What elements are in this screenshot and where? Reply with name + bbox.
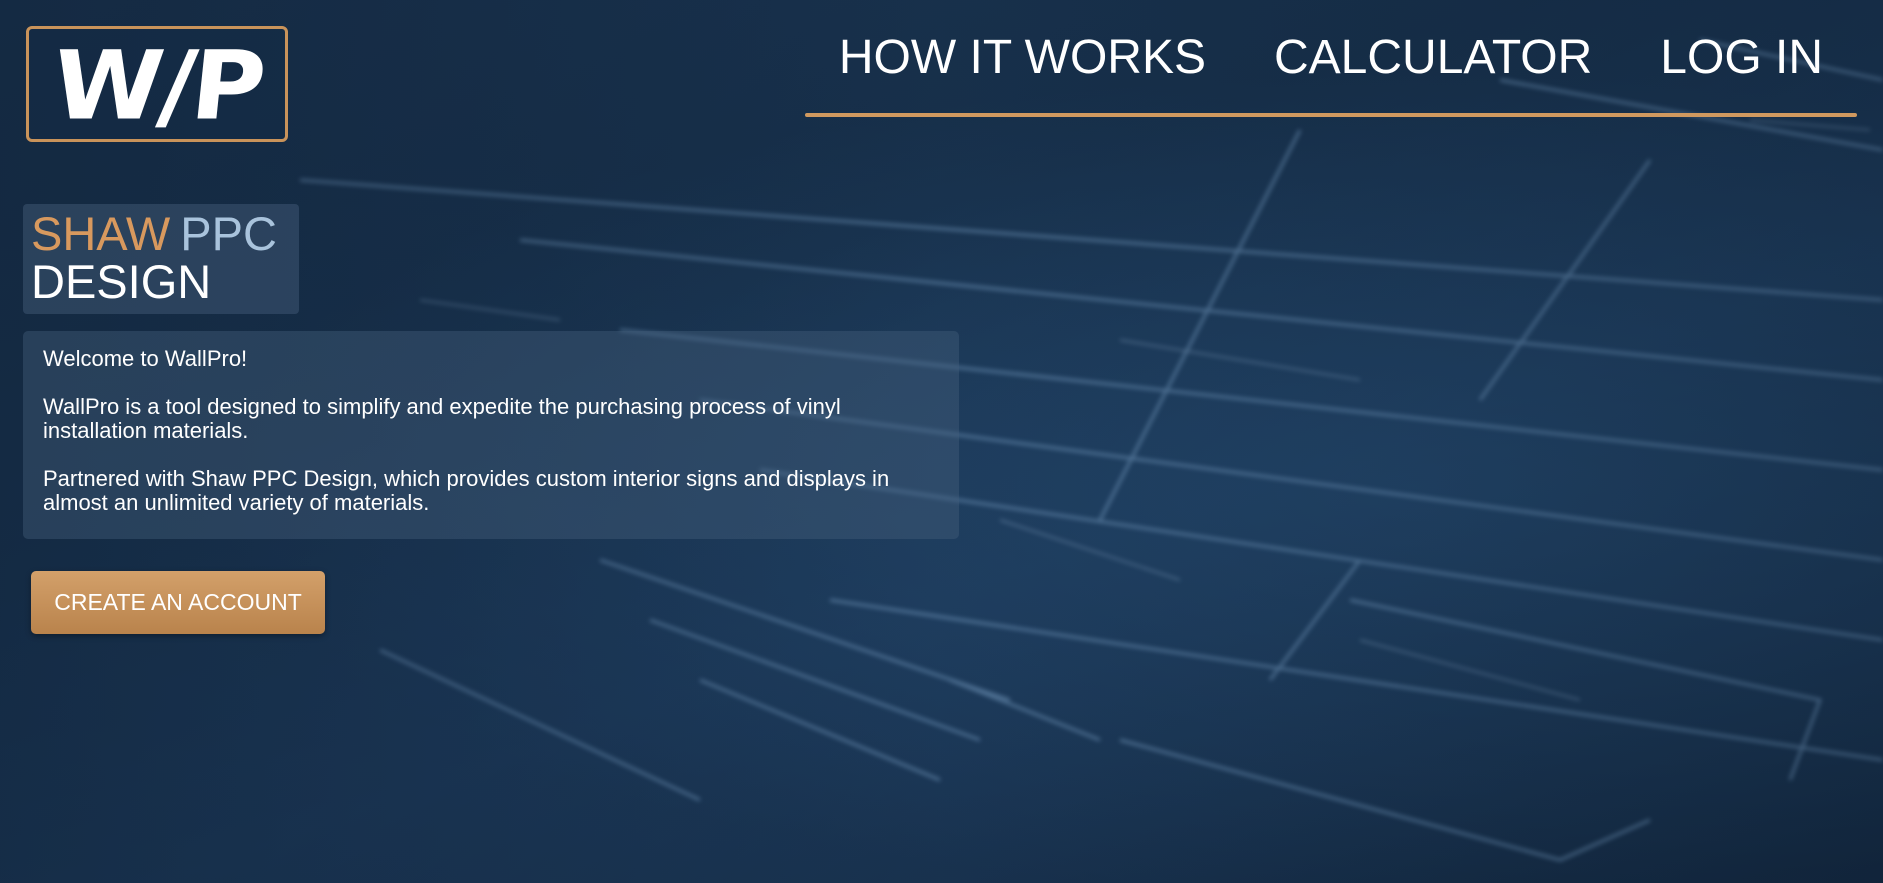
nav-log-in-link[interactable]: LOG IN (1660, 31, 1823, 85)
brand-line-1: SHAW PPC (31, 210, 291, 258)
intro-greeting: Welcome to WallPro! (43, 346, 248, 371)
nav-how-it-works-link[interactable]: HOW IT WORKS (839, 31, 1206, 85)
brand-word-shaw: SHAW (31, 207, 171, 260)
brand-title: SHAW PPC DESIGN (23, 204, 299, 314)
create-account-button[interactable]: CREATE AN ACCOUNT (31, 571, 325, 634)
nav-links: HOW IT WORKS CALCULATOR LOG IN (839, 31, 1823, 85)
intro-panel: Welcome to WallPro! WallPro is a tool de… (23, 331, 959, 539)
main-navigation: HOW IT WORKS CALCULATOR LOG IN (805, 28, 1857, 118)
logo-text: W/P (47, 29, 267, 142)
landing-page: W/P HOW IT WORKS CALCULATOR LOG IN SHAW P… (0, 0, 1883, 883)
intro-description: WallPro is a tool designed to simplify a… (43, 394, 841, 443)
brand-word-design: DESIGN (31, 255, 212, 308)
nav-calculator-link[interactable]: CALCULATOR (1274, 31, 1592, 85)
brand-word-ppc: PPC (180, 207, 277, 260)
intro-partner-text: Partnered with Shaw PPC Design, which pr… (43, 466, 890, 515)
nav-underline (805, 113, 1857, 117)
wallpro-logo[interactable]: W/P (26, 26, 288, 142)
